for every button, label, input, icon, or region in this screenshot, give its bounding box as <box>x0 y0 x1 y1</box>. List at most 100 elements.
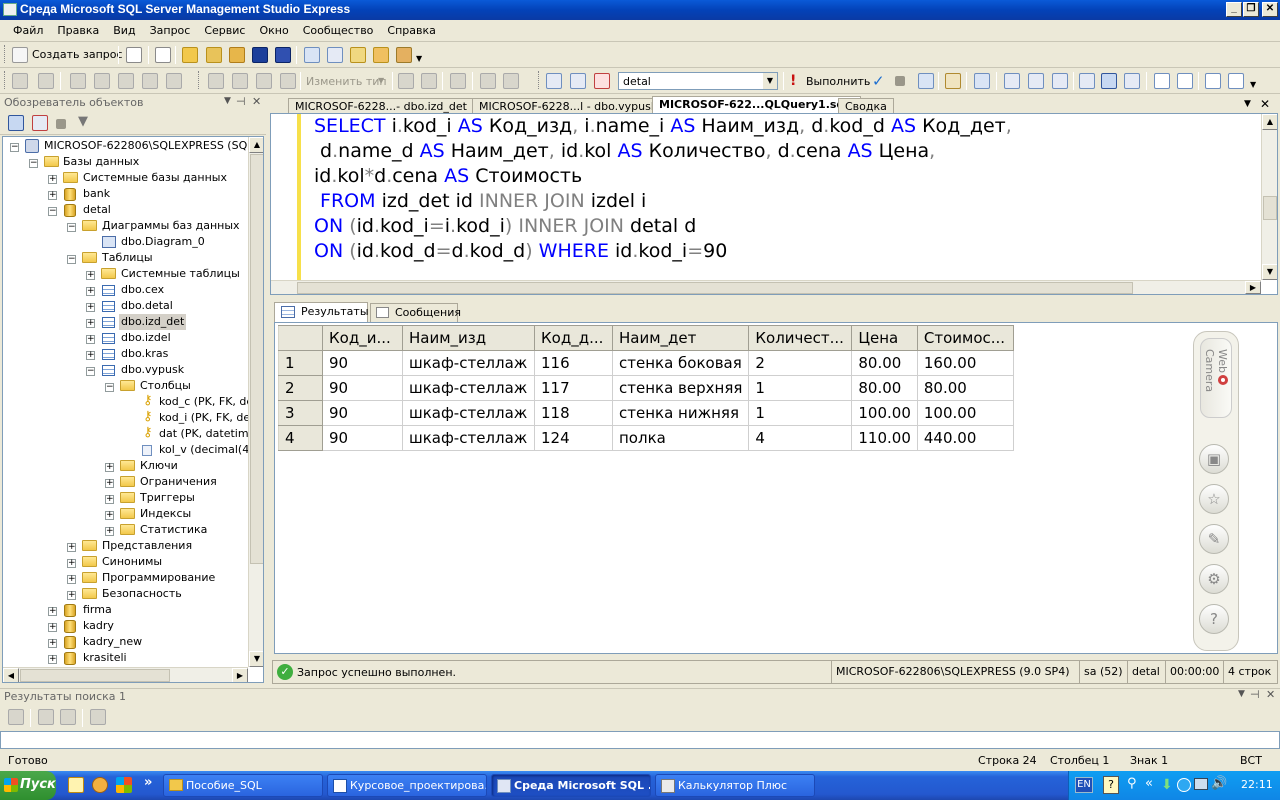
download-arrow-icon[interactable]: ⬇ <box>1161 777 1173 793</box>
tree-hscroll-thumb[interactable] <box>20 669 170 682</box>
menu-edit[interactable]: Правка <box>50 20 106 41</box>
expand-icon[interactable]: + <box>86 287 95 296</box>
expand-icon[interactable]: + <box>105 463 114 472</box>
solution-explorer-icon[interactable] <box>373 47 389 63</box>
tree-horizontal-scrollbar[interactable]: ◀ ▶ <box>3 667 248 682</box>
expand-icon[interactable]: + <box>48 175 57 184</box>
verify-sql-icon[interactable] <box>421 73 437 89</box>
tree-server[interactable]: MICROSOF-622806\SQLEXPRESS (SQL Ser <box>44 138 263 154</box>
database-select[interactable]: detal ▼ <box>618 72 778 90</box>
scroll-down-icon[interactable]: ▼ <box>249 651 263 667</box>
expand-icon[interactable]: + <box>86 351 95 360</box>
add-derived-table-icon[interactable] <box>503 73 519 89</box>
monitor-icon[interactable] <box>1194 778 1208 790</box>
close-button[interactable]: ✕ <box>1262 2 1278 17</box>
uncomment-icon[interactable] <box>1177 73 1193 89</box>
expand-icon[interactable]: + <box>105 527 114 536</box>
collapse-icon[interactable]: − <box>48 207 57 216</box>
add-item-icon[interactable] <box>229 47 245 63</box>
volume-icon[interactable]: 🔊 <box>1211 776 1227 791</box>
photo-icon[interactable]: ▣ <box>1199 444 1229 474</box>
next-result-icon[interactable] <box>60 709 76 725</box>
diagram-pane-icon[interactable] <box>208 73 224 89</box>
template-explorer-icon[interactable] <box>350 47 366 63</box>
scroll-right-icon[interactable]: ▶ <box>1245 281 1261 294</box>
row-number[interactable]: 2 <box>278 375 323 401</box>
expand-icon[interactable]: + <box>67 559 76 568</box>
chevron-down-icon[interactable]: ▼ <box>763 73 777 89</box>
close-tab-icon[interactable]: ✕ <box>1260 97 1270 111</box>
client-stats-icon[interactable] <box>1028 73 1044 89</box>
expand-icon[interactable]: + <box>105 495 114 504</box>
row-number[interactable]: 4 <box>278 425 323 451</box>
group-by-icon[interactable] <box>450 73 466 89</box>
tree-statistics[interactable]: Статистика <box>140 522 207 538</box>
connect-object-icon[interactable] <box>8 115 24 131</box>
criteria-pane-icon[interactable] <box>232 73 248 89</box>
xml-index-icon[interactable] <box>142 73 158 89</box>
tree-column-kod-c[interactable]: kod_c (PK, FK, dec <box>159 394 259 410</box>
quicklaunch-more-icon[interactable]: » <box>144 775 152 790</box>
tray-expand-icon[interactable]: « <box>1145 776 1153 791</box>
tree-db-krasiteli[interactable]: krasiteli <box>83 650 127 666</box>
disconnect-query-icon[interactable] <box>594 73 610 89</box>
include-plan-icon[interactable] <box>1004 73 1020 89</box>
expand-icon[interactable]: + <box>67 543 76 552</box>
expand-icon[interactable]: + <box>105 479 114 488</box>
relationships-icon[interactable] <box>70 73 86 89</box>
grid-cell[interactable]: стенка боковая <box>611 350 750 376</box>
registered-servers-icon[interactable] <box>304 47 320 63</box>
network-icon[interactable] <box>1177 778 1191 792</box>
find-results-list[interactable] <box>0 731 1280 749</box>
toolbar2-options-icon[interactable]: ▼ <box>1250 80 1258 89</box>
tab-query1[interactable]: MICROSOF-622...QLQuery1.sql* <box>652 96 861 114</box>
taskbar-button-ssms[interactable]: Среда Microsoft SQL ... <box>491 774 651 797</box>
star-icon[interactable]: ☆ <box>1199 484 1229 514</box>
increase-indent-icon[interactable] <box>1228 73 1244 89</box>
decrease-indent-icon[interactable] <box>1205 73 1221 89</box>
save-icon[interactable] <box>252 47 268 63</box>
tab-izd-det[interactable]: MICROSOF-6228...- dbo.izd_det <box>288 98 474 114</box>
filter-icon[interactable]: ▼ <box>78 114 88 129</box>
stop-icon[interactable] <box>56 119 66 129</box>
pin-icon[interactable]: ⚲ <box>1127 776 1137 791</box>
tree-table-izdel[interactable]: dbo.izdel <box>121 330 171 346</box>
results-to-grid-icon[interactable] <box>1101 73 1117 89</box>
grid-cell[interactable]: шкаф-стеллаж <box>402 375 535 401</box>
menu-tools[interactable]: Сервис <box>197 20 252 41</box>
tree-keys[interactable]: Ключи <box>140 458 178 474</box>
menu-help[interactable]: Справка <box>380 20 442 41</box>
change-type-button[interactable]: Изменить тип <box>306 75 387 88</box>
close-icon[interactable]: ✕ <box>1266 688 1275 701</box>
tree-vertical-scrollbar[interactable]: ▲ ▼ <box>248 137 263 667</box>
tree-column-kod-i[interactable]: kod_i (PK, FK, deci <box>159 410 259 426</box>
specify-template-icon[interactable] <box>974 73 990 89</box>
change-connection-icon[interactable] <box>570 73 586 89</box>
results-to-file-icon[interactable] <box>1124 73 1140 89</box>
grid-cell[interactable]: 2 <box>748 350 853 376</box>
new-file-icon[interactable] <box>126 47 142 63</box>
toolbar-options-icon[interactable]: ▼ <box>416 54 424 63</box>
disconnect-object-icon[interactable] <box>32 115 48 131</box>
previous-result-icon[interactable] <box>38 709 54 725</box>
menu-view[interactable]: Вид <box>106 20 142 41</box>
collapse-icon[interactable]: − <box>10 143 19 152</box>
sql-editor[interactable]: SELECT i.kod_i AS Код_изд, i.name_i AS Н… <box>270 113 1278 295</box>
check-constraints-icon[interactable] <box>166 73 182 89</box>
row-number[interactable]: 3 <box>278 400 323 426</box>
tree-table-cex[interactable]: dbo.cex <box>121 282 164 298</box>
tree-programming[interactable]: Программирование <box>102 570 215 586</box>
grid-cell[interactable]: 118 <box>534 400 613 426</box>
dropdown-icon[interactable]: ▼ <box>224 96 231 106</box>
pin-icon[interactable]: ⊣ <box>1250 688 1260 701</box>
scroll-right-icon[interactable]: ▶ <box>232 668 248 682</box>
tree-security[interactable]: Безопасность <box>102 586 182 602</box>
save-all-icon[interactable] <box>275 47 291 63</box>
tab-results[interactable]: Результаты <box>274 302 369 322</box>
tree-column-dat[interactable]: dat (PK, datetime, <box>159 426 259 442</box>
help-icon[interactable]: ? <box>1199 604 1229 634</box>
expand-icon[interactable]: + <box>48 607 57 616</box>
add-table-icon[interactable] <box>480 73 496 89</box>
collapse-icon[interactable]: − <box>67 255 76 264</box>
menu-file[interactable]: Файл <box>6 20 50 41</box>
